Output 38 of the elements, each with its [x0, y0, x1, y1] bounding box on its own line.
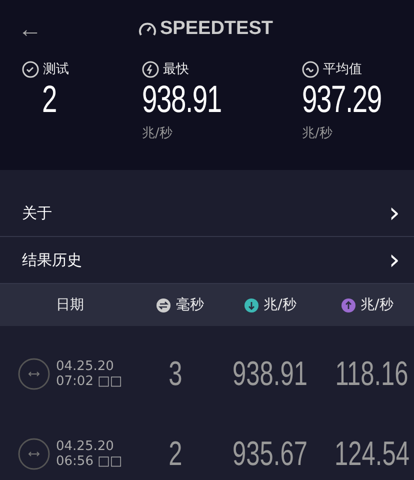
stat-value: 937.29 [302, 78, 382, 122]
stat-unit: 兆/秒 [302, 126, 332, 141]
menu-label: 关于 [22, 204, 52, 222]
chevron-icon: › [388, 199, 400, 227]
column-header: 日期 [56, 296, 84, 314]
lightning-icon [142, 60, 159, 78]
download-value: 938.91 [232, 354, 308, 394]
stat-label: 最快 [163, 61, 189, 78]
connection-icon [18, 438, 50, 470]
upload-value: 124.54 [334, 434, 410, 474]
app-logo: SPEEDTEST [160, 18, 273, 40]
stat-label: 平均值 [323, 61, 362, 78]
result-date: 04.25.20 [56, 359, 115, 374]
check-icon [22, 60, 39, 78]
download-icon [244, 298, 259, 312]
column-header: 毫秒 [176, 296, 204, 314]
stat-unit: 兆/秒 [142, 126, 172, 141]
download-value: 935.67 [232, 434, 308, 474]
stat-value: 938.91 [142, 78, 222, 122]
connection-icon [18, 358, 50, 390]
menu-label: 结果历史 [22, 250, 82, 270]
menu-item[interactable]: 关于 › [0, 190, 414, 237]
upload-icon [340, 298, 356, 312]
ping-icon [156, 298, 171, 312]
wave-icon [302, 60, 319, 78]
gauge-icon [138, 21, 157, 37]
back-button[interactable]: ← [0, 16, 60, 44]
stat-value: 2 [42, 78, 56, 122]
column-header: 兆/秒 [360, 296, 394, 314]
result-date: 04.25.20 [56, 439, 115, 454]
upload-value: 118.16 [335, 354, 409, 394]
result-time: 07:02 □□ [56, 374, 122, 389]
result-time: 06:56 □□ [56, 454, 122, 469]
ping-value: 2 [168, 434, 182, 474]
ping-value: 3 [168, 354, 182, 394]
chevron-icon: › [388, 246, 400, 274]
stat-label: 测试 [43, 61, 69, 78]
column-header: 兆/秒 [264, 296, 296, 314]
